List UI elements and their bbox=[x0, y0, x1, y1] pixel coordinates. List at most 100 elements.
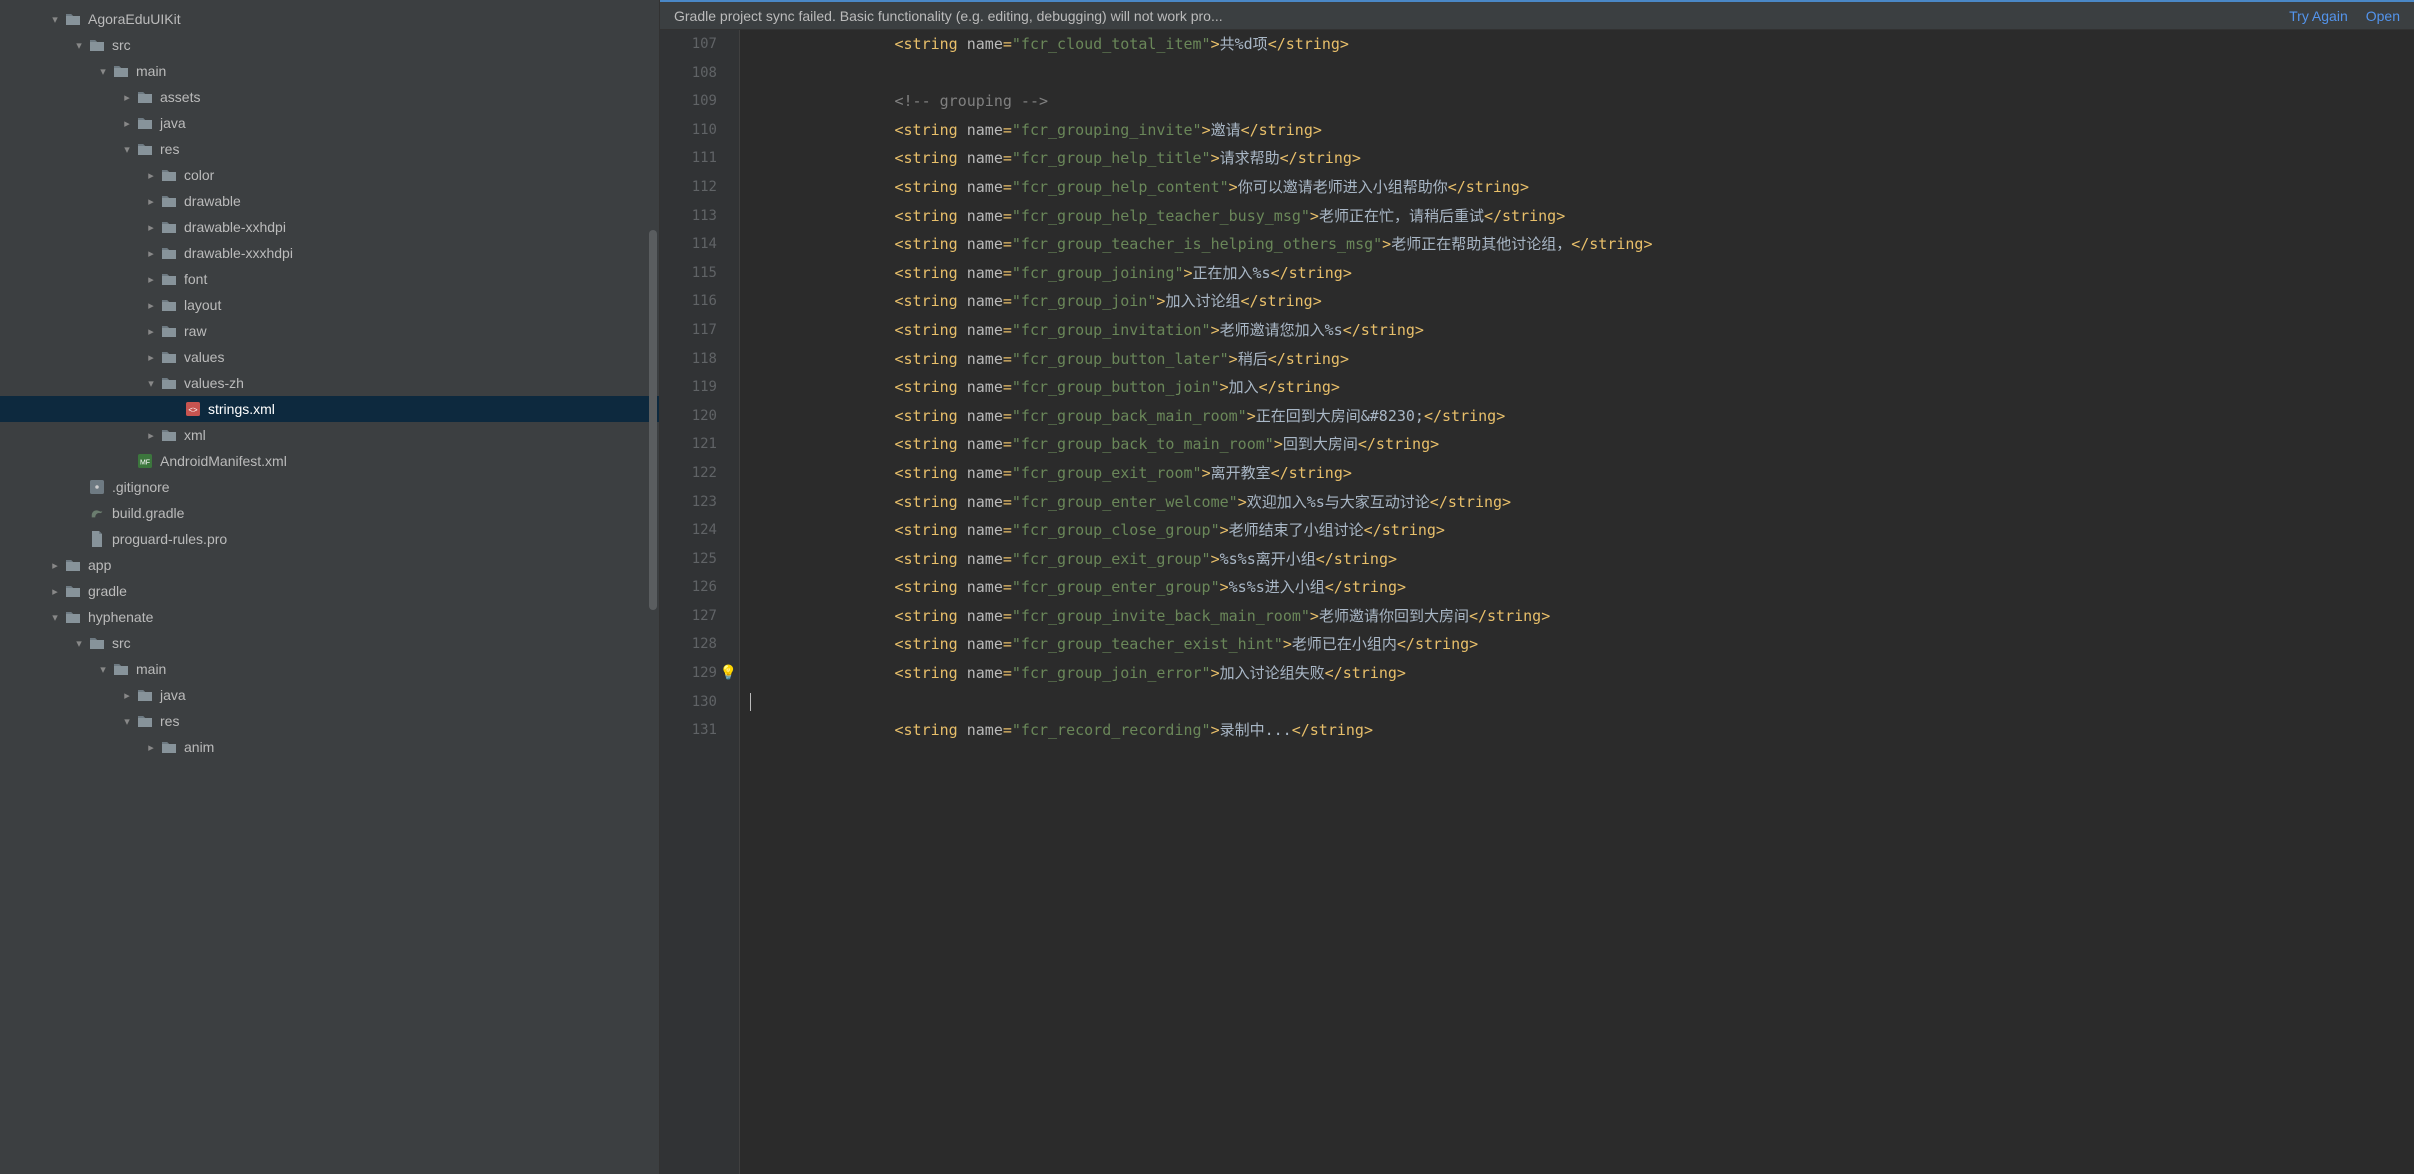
folder-icon bbox=[160, 374, 178, 392]
code-line[interactable] bbox=[750, 688, 2414, 717]
tree-item-java[interactable]: ▸java bbox=[0, 682, 659, 708]
code-line[interactable]: <string name="fcr_group_joining">正在加入%s<… bbox=[750, 259, 2414, 288]
code-editor[interactable]: 1071081091101111121131141151161171181191… bbox=[660, 30, 2414, 1174]
tree-item-color[interactable]: ▸ color bbox=[0, 162, 659, 188]
code-line[interactable]: <string name="fcr_group_help_title">请求帮助… bbox=[750, 144, 2414, 173]
editor-content[interactable]: <string name="fcr_cloud_total_item">共%d项… bbox=[740, 30, 2414, 1174]
chevron-right-icon[interactable]: ▸ bbox=[142, 429, 160, 442]
chevron-right-icon[interactable]: ▸ bbox=[142, 325, 160, 338]
chevron-down-icon[interactable]: ▾ bbox=[70, 39, 88, 52]
svg-text:MF: MF bbox=[140, 460, 150, 467]
chevron-right-icon[interactable]: ▸ bbox=[142, 351, 160, 364]
code-line[interactable]: <string name="fcr_group_enter_group">%s%… bbox=[750, 573, 2414, 602]
chevron-right-icon[interactable]: ▸ bbox=[142, 169, 160, 182]
tree-item-hyphenate[interactable]: ▾hyphenate bbox=[0, 604, 659, 630]
tree-item-values-zh[interactable]: ▾values-zh bbox=[0, 370, 659, 396]
chevron-right-icon[interactable]: ▸ bbox=[118, 117, 136, 130]
code-line[interactable]: <string name="fcr_group_teacher_is_helpi… bbox=[750, 230, 2414, 259]
tree-item-res[interactable]: ▾res bbox=[0, 136, 659, 162]
tree-item-main[interactable]: ▾main bbox=[0, 656, 659, 682]
code-line[interactable]: <string name="fcr_group_button_later">稍后… bbox=[750, 345, 2414, 374]
chevron-right-icon[interactable]: ▸ bbox=[142, 741, 160, 754]
tree-item-app[interactable]: ▸app bbox=[0, 552, 659, 578]
folder-icon bbox=[160, 166, 178, 184]
code-line[interactable]: <string name="fcr_cloud_total_item">共%d项… bbox=[750, 30, 2414, 59]
tree-item-raw[interactable]: ▸ raw bbox=[0, 318, 659, 344]
chevron-down-icon[interactable]: ▾ bbox=[46, 611, 64, 624]
project-tree-panel[interactable]: ▾AgoraEduUIKit▾src▾main▸assets▸java▾res▸… bbox=[0, 0, 660, 1174]
scrollbar-thumb[interactable] bbox=[649, 230, 657, 610]
tree-item-res[interactable]: ▾res bbox=[0, 708, 659, 734]
tree-item-drawable[interactable]: ▸drawable bbox=[0, 188, 659, 214]
chevron-right-icon[interactable]: ▸ bbox=[142, 195, 160, 208]
chevron-right-icon[interactable]: ▸ bbox=[118, 689, 136, 702]
chevron-right-icon[interactable]: ▸ bbox=[142, 247, 160, 260]
tree-item-label: raw bbox=[184, 323, 207, 339]
tree-item-values[interactable]: ▸values bbox=[0, 344, 659, 370]
tree-item-build-gradle[interactable]: build.gradle bbox=[0, 500, 659, 526]
code-line[interactable]: <string name="fcr_group_invitation">老师邀请… bbox=[750, 316, 2414, 345]
tree-item-src[interactable]: ▾src bbox=[0, 630, 659, 656]
line-number: 118 bbox=[660, 345, 717, 374]
intention-bulb-icon[interactable]: 💡 bbox=[720, 665, 737, 681]
chevron-right-icon[interactable]: ▸ bbox=[142, 221, 160, 234]
tree-item-label: color bbox=[184, 167, 214, 183]
code-line[interactable]: <string name="fcr_group_join">加入讨论组</str… bbox=[750, 287, 2414, 316]
code-line[interactable]: <string name="fcr_group_back_to_main_roo… bbox=[750, 430, 2414, 459]
tree-item--gitignore[interactable]: .gitignore bbox=[0, 474, 659, 500]
chevron-right-icon[interactable]: ▸ bbox=[118, 91, 136, 104]
tree-item-label: strings.xml bbox=[208, 401, 275, 417]
folder-icon bbox=[160, 270, 178, 288]
chevron-down-icon[interactable]: ▾ bbox=[94, 663, 112, 676]
tree-item-drawable-xxhdpi[interactable]: ▸drawable-xxhdpi bbox=[0, 214, 659, 240]
line-number: 120 bbox=[660, 402, 717, 431]
line-number: 112 bbox=[660, 173, 717, 202]
chevron-down-icon[interactable]: ▾ bbox=[46, 13, 64, 26]
code-line[interactable]: <!-- grouping --> bbox=[750, 87, 2414, 116]
chevron-right-icon[interactable]: ▸ bbox=[142, 299, 160, 312]
tree-item-gradle[interactable]: ▸gradle bbox=[0, 578, 659, 604]
code-line[interactable]: <string name="fcr_group_help_teacher_bus… bbox=[750, 202, 2414, 231]
chevron-right-icon[interactable]: ▸ bbox=[142, 273, 160, 286]
chevron-down-icon[interactable]: ▾ bbox=[70, 637, 88, 650]
line-number: 114 bbox=[660, 230, 717, 259]
code-line[interactable]: <string name="fcr_group_join_error">加入讨论… bbox=[750, 659, 2414, 688]
tree-item-src[interactable]: ▾src bbox=[0, 32, 659, 58]
line-number: 117 bbox=[660, 316, 717, 345]
chevron-down-icon[interactable]: ▾ bbox=[142, 377, 160, 390]
code-line[interactable]: <string name="fcr_group_enter_welcome">欢… bbox=[750, 488, 2414, 517]
folder-icon bbox=[160, 348, 178, 366]
code-line[interactable]: <string name="fcr_record_recording">录制中.… bbox=[750, 716, 2414, 745]
open-link[interactable]: Open bbox=[2366, 8, 2400, 24]
code-line[interactable]: <string name="fcr_group_help_content">你可… bbox=[750, 173, 2414, 202]
code-line[interactable]: <string name="fcr_group_exit_room">离开教室<… bbox=[750, 459, 2414, 488]
tree-item-xml[interactable]: ▸xml bbox=[0, 422, 659, 448]
tree-item-androidmanifest-xml[interactable]: MFAndroidManifest.xml bbox=[0, 448, 659, 474]
tree-item-drawable-xxxhdpi[interactable]: ▸drawable-xxxhdpi bbox=[0, 240, 659, 266]
chevron-down-icon[interactable]: ▾ bbox=[118, 143, 136, 156]
tree-item-anim[interactable]: ▸anim bbox=[0, 734, 659, 760]
tree-item-label: font bbox=[184, 271, 207, 287]
code-line[interactable]: <string name="fcr_group_button_join">加入<… bbox=[750, 373, 2414, 402]
chevron-right-icon[interactable]: ▸ bbox=[46, 585, 64, 598]
code-line[interactable]: <string name="fcr_group_back_main_room">… bbox=[750, 402, 2414, 431]
code-line[interactable]: <string name="fcr_grouping_invite">邀请</s… bbox=[750, 116, 2414, 145]
tree-item-proguard-rules-pro[interactable]: proguard-rules.pro bbox=[0, 526, 659, 552]
code-line[interactable]: <string name="fcr_group_exit_group">%s%s… bbox=[750, 545, 2414, 574]
chevron-right-icon[interactable]: ▸ bbox=[46, 559, 64, 572]
chevron-down-icon[interactable]: ▾ bbox=[118, 715, 136, 728]
code-line[interactable] bbox=[750, 59, 2414, 88]
tree-item-main[interactable]: ▾main bbox=[0, 58, 659, 84]
tree-item-assets[interactable]: ▸assets bbox=[0, 84, 659, 110]
code-line[interactable]: <string name="fcr_group_teacher_exist_hi… bbox=[750, 630, 2414, 659]
code-line[interactable]: <string name="fcr_group_invite_back_main… bbox=[750, 602, 2414, 631]
chevron-down-icon[interactable]: ▾ bbox=[94, 65, 112, 78]
tree-item-font[interactable]: ▸ font bbox=[0, 266, 659, 292]
tree-item-java[interactable]: ▸java bbox=[0, 110, 659, 136]
line-number: 115 bbox=[660, 259, 717, 288]
try-again-link[interactable]: Try Again bbox=[2289, 8, 2348, 24]
tree-item-strings-xml[interactable]: <>strings.xml bbox=[0, 396, 659, 422]
tree-item-layout[interactable]: ▸layout bbox=[0, 292, 659, 318]
code-line[interactable]: <string name="fcr_group_close_group">老师结… bbox=[750, 516, 2414, 545]
tree-item-agoraeduuikit[interactable]: ▾AgoraEduUIKit bbox=[0, 6, 659, 32]
